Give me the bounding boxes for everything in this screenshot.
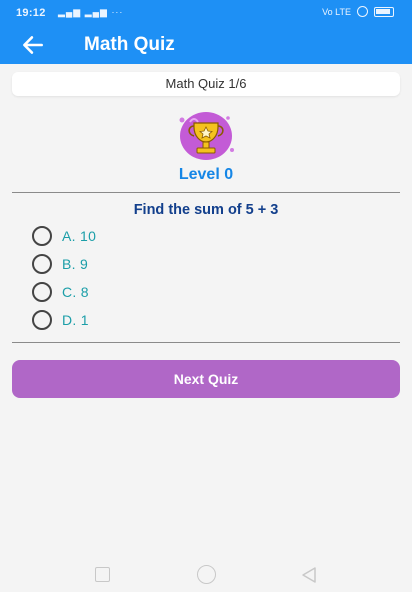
radio-icon[interactable]: [32, 282, 52, 302]
trophy-icon: [168, 110, 244, 162]
option-label: B. 9: [62, 256, 89, 272]
quiz-progress: Math Quiz 1/6: [12, 72, 400, 96]
option-c[interactable]: C. 8: [32, 281, 89, 303]
battery-icon: [374, 6, 394, 17]
option-label: D. 1: [62, 312, 89, 328]
back-arrow-icon[interactable]: [20, 32, 46, 58]
status-bar: 19:12 ▂▄▆ ▂▄▆ ··· Vo LTE: [0, 0, 412, 26]
app-title: Math Quiz: [84, 34, 175, 55]
status-time: 19:12: [16, 7, 46, 19]
divider: [12, 342, 400, 343]
radio-icon[interactable]: [32, 310, 52, 330]
radio-icon[interactable]: [32, 254, 52, 274]
home-icon[interactable]: [197, 565, 216, 584]
recent-apps-icon[interactable]: [95, 567, 110, 582]
alarm-icon: [357, 6, 368, 17]
option-label: A. 10: [62, 228, 97, 244]
system-nav-bar: [0, 560, 412, 592]
nav-back-icon[interactable]: [300, 566, 318, 584]
option-b[interactable]: B. 9: [32, 253, 88, 275]
option-label: C. 8: [62, 284, 89, 300]
option-d[interactable]: D. 1: [32, 309, 89, 331]
network-label: Vo LTE: [322, 6, 351, 17]
next-quiz-button[interactable]: Next Quiz: [12, 360, 400, 398]
question-text: Find the sum of 5 + 3: [133, 202, 279, 218]
divider: [12, 192, 400, 193]
radio-icon[interactable]: [32, 226, 52, 246]
signal-icon: ▂▄▆ ▂▄▆ ···: [58, 7, 124, 17]
status-right: Vo LTE: [322, 6, 394, 17]
app-bar: Math Quiz: [0, 26, 412, 64]
option-a[interactable]: A. 10: [32, 225, 96, 247]
level-label: Level 0: [178, 166, 234, 183]
